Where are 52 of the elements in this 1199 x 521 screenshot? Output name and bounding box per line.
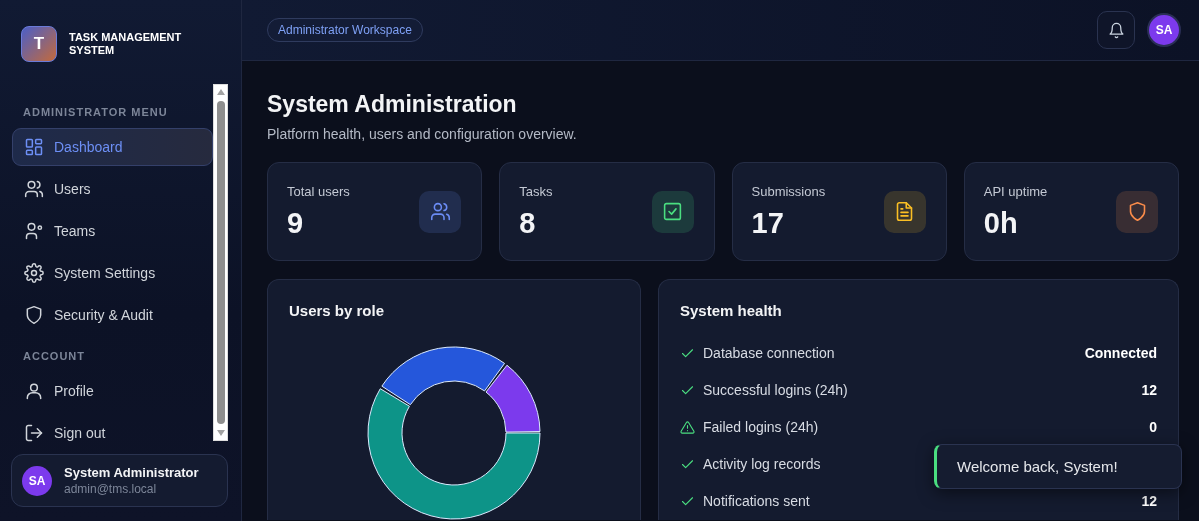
user-card[interactable]: SA System Administrator admin@tms.local [11, 454, 228, 507]
stat-value: 17 [751, 206, 785, 240]
user-email: admin@tms.local [64, 482, 158, 496]
toast-message: Welcome back, System! [934, 444, 1182, 489]
app-logo: T [21, 26, 57, 62]
stat-value: 8 [519, 206, 537, 240]
panel-title: System health [680, 302, 783, 319]
nav-item[interactable]: Profile [12, 372, 213, 410]
menu-heading: ACCOUNT [22, 349, 86, 364]
health-value: 12 [1141, 382, 1157, 398]
health-label: Failed logins (24h) [703, 419, 819, 435]
nav-item[interactable]: Users [12, 170, 213, 208]
app-name: TASK MANAGEMENT SYSTEM [69, 31, 183, 57]
health-label: Successful logins (24h) [703, 382, 848, 398]
user-name: System Administrator [64, 465, 199, 480]
panel-title: Users by role [289, 302, 386, 319]
settings-icon [24, 263, 44, 283]
sign-out-icon [24, 423, 44, 443]
shield-icon [24, 305, 44, 325]
stat-label: Tasks [519, 183, 553, 199]
page-subtitle: Platform health, users and configuration overview. [267, 126, 578, 142]
health-label: Database connection [703, 345, 835, 361]
health-value: Connected [1084, 345, 1157, 361]
nav-item[interactable]: Dashboard [12, 128, 213, 166]
warning-icon [680, 419, 695, 435]
bell-icon [1107, 21, 1125, 39]
health-label: Activity log records [703, 456, 821, 472]
stat-label: Total users [287, 183, 350, 199]
nav-item[interactable]: Sign out [12, 414, 213, 452]
stat-value: 0h [983, 206, 1019, 240]
person-icon [24, 381, 44, 401]
health-label: Notifications sent [703, 493, 810, 509]
page-title: System Administration [267, 91, 518, 118]
nav-item[interactable]: System Settings [12, 254, 213, 292]
nav-item[interactable]: Security & Audit [12, 296, 213, 334]
nav-item[interactable]: Teams [12, 212, 213, 250]
workspace-badge: Administrator Workspace [267, 18, 423, 42]
notifications-button[interactable] [1097, 11, 1135, 49]
health-value: 0 [1149, 419, 1157, 435]
stat-label: API uptime [983, 183, 1048, 199]
user-avatar[interactable]: SA [1147, 13, 1181, 47]
stat-value: 9 [287, 206, 305, 240]
users-icon [24, 179, 44, 199]
team-icon [24, 221, 44, 241]
user-avatar: SA [22, 465, 52, 496]
scrollbar[interactable] [213, 84, 228, 441]
checkbox-icon [662, 201, 683, 222]
menu-heading: ADMINISTRATOR MENU [22, 105, 169, 120]
health-value: 12 [1141, 493, 1157, 509]
users-icon [429, 201, 451, 222]
stat-label: Submissions [751, 183, 826, 199]
dashboard-icon [24, 137, 44, 157]
